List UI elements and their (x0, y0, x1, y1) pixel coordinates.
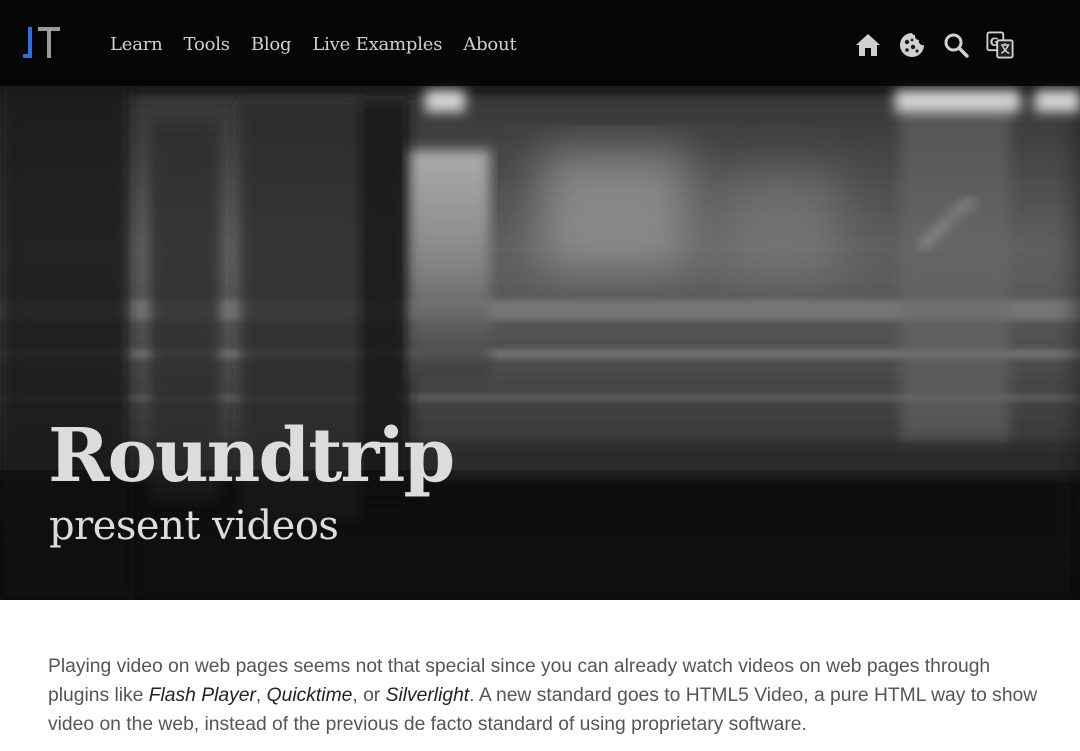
translate-icon: G (986, 31, 1014, 59)
main-navigation: Learn Tools Blog Live Examples About (110, 32, 537, 58)
nav-link-about[interactable]: About (463, 32, 516, 58)
plugin-flash-player: Flash Player (148, 685, 256, 706)
plugin-silverlight: Silverlight (385, 685, 470, 706)
nav-link-tools[interactable]: Tools (184, 32, 230, 58)
cookie-button[interactable] (898, 31, 926, 59)
search-button[interactable] (942, 31, 970, 59)
nav-link-live-examples[interactable]: Live Examples (312, 32, 442, 58)
page-subtitle: present videos (49, 503, 339, 549)
site-logo[interactable] (22, 24, 62, 62)
separator-2: , or (352, 685, 386, 706)
nav-icon-group: G (854, 31, 1030, 59)
nav-link-blog[interactable]: Blog (251, 32, 292, 58)
page-title: Roundtrip (48, 413, 455, 499)
home-button[interactable] (854, 31, 882, 59)
top-navbar: Learn Tools Blog Live Examples About G (0, 0, 1080, 86)
intro-paragraph: Playing video on web pages seems not tha… (48, 652, 1038, 739)
nav-link-learn[interactable]: Learn (110, 32, 163, 58)
translate-button[interactable]: G (986, 31, 1014, 59)
hero-section: Learn Tools Blog Live Examples About G R… (0, 0, 1080, 600)
logo-icon (23, 27, 60, 58)
home-icon (856, 34, 880, 56)
cookie-icon (900, 33, 924, 57)
separator-1: , (255, 685, 267, 706)
plugin-quicktime: Quicktime (266, 685, 353, 706)
search-icon (944, 33, 969, 58)
